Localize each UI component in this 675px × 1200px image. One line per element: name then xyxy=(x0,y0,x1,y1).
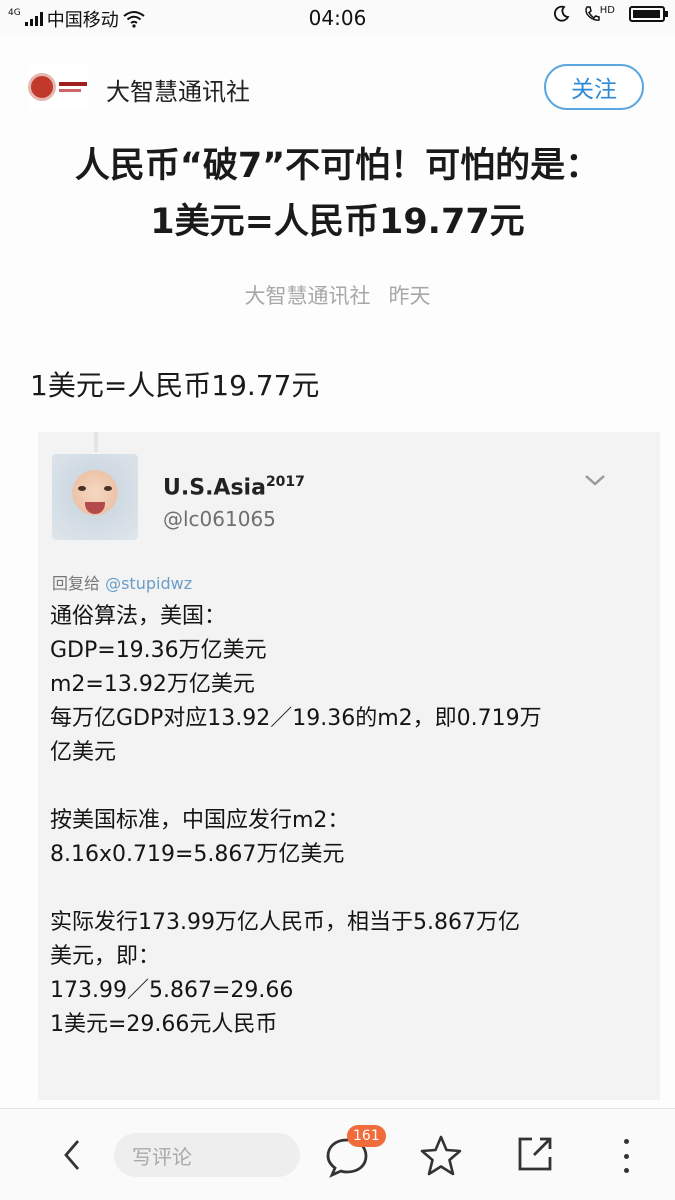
tweet-reply-mention: @stupidwz xyxy=(105,574,193,593)
follow-button[interactable]: 关注 xyxy=(544,64,644,110)
logo-emblem xyxy=(28,73,56,101)
chevron-down-icon xyxy=(585,475,605,486)
tweet-reply-prefix: 回复给 xyxy=(52,574,106,593)
tweet-line: 8.16x0.719=5.867万亿美元 xyxy=(50,842,345,867)
article-title: 人民币“破7”不可怕！可怕的是： 1美元=人民币19.77元 xyxy=(20,138,655,250)
tweet-image-decoration xyxy=(94,432,98,452)
tweet-handle: @lc061065 xyxy=(163,507,276,531)
tweet-avatar xyxy=(52,454,138,540)
tweet-line: 实际发行173.99万亿人民币，相当于5.867万亿 xyxy=(50,910,520,935)
article-title-line-2: 1美元=人民币19.77元 xyxy=(150,202,525,242)
tweet-line: 美元，即： xyxy=(50,944,161,969)
bottom-action-bar: 写评论 161 xyxy=(0,1108,675,1200)
favorite-button[interactable] xyxy=(418,1133,464,1179)
tweet-reply-to: 回复给 @stupidwz xyxy=(52,570,192,594)
tweet-line: 1美元=29.66元人民币 xyxy=(50,1012,278,1037)
comment-count-badge: 161 xyxy=(347,1125,386,1147)
tweet-line: 按美国标准，中国应发行m2： xyxy=(50,808,350,833)
star-icon xyxy=(420,1135,462,1176)
account-logo[interactable] xyxy=(28,64,88,110)
moon-icon xyxy=(553,5,570,22)
account-name[interactable]: 大智慧通讯社 xyxy=(106,72,250,107)
tweet-screenshot[interactable]: U.S.Asia2017 @lc061065 回复给 @stupidwz 通俗算… xyxy=(38,432,660,1100)
share-icon xyxy=(518,1137,552,1171)
more-button[interactable] xyxy=(616,1135,636,1177)
tweet-line: 173.99／5.867=29.66 xyxy=(50,978,294,1003)
tweet-display-name: U.S.Asia2017 xyxy=(163,474,305,500)
hd-label: HD xyxy=(599,5,615,16)
article-title-line-1: 人民币“破7”不可怕！可怕的是： xyxy=(74,146,601,186)
tweet-line: 通俗算法，美国： xyxy=(50,604,227,629)
tweet-line: m2=13.92万亿美元 xyxy=(50,672,255,697)
article-meta: 大智慧通讯社 昨天 xyxy=(0,280,675,310)
article-lead: 1美元=人民币19.77元 xyxy=(30,369,320,402)
logo-wordmark xyxy=(59,82,87,92)
status-right: HD xyxy=(552,5,668,23)
share-button[interactable] xyxy=(514,1133,556,1175)
battery-fill xyxy=(633,10,660,18)
tweet-line: GDP=19.36万亿美元 xyxy=(50,638,267,663)
back-button[interactable] xyxy=(54,1133,90,1177)
tweet-display-name-text: U.S.Asia xyxy=(163,475,266,501)
account-header: 大智慧通讯社 关注 xyxy=(0,52,675,122)
status-bar: 4G 中国移动 04:06 HD xyxy=(0,0,675,36)
hd-call-icon: HD xyxy=(584,5,615,23)
tweet-line: 每万亿GDP对应13.92／19.36的m2，即0.719万 xyxy=(50,706,542,731)
article-date: 昨天 xyxy=(388,284,431,308)
comment-placeholder: 写评论 xyxy=(132,1144,192,1169)
more-icon-dot xyxy=(623,1153,629,1159)
tweet-body: 通俗算法，美国： GDP=19.36万亿美元 m2=13.92万亿美元 每万亿G… xyxy=(50,600,650,1042)
more-icon-dot xyxy=(623,1139,629,1144)
article-author[interactable]: 大智慧通讯社 xyxy=(245,284,371,308)
comment-input[interactable]: 写评论 xyxy=(114,1133,300,1177)
more-icon-dot xyxy=(623,1168,629,1173)
back-icon xyxy=(64,1140,80,1170)
tweet-display-name-suffix: 2017 xyxy=(265,474,305,490)
battery-icon xyxy=(629,6,668,22)
tweet-line: 亿美元 xyxy=(50,740,117,765)
